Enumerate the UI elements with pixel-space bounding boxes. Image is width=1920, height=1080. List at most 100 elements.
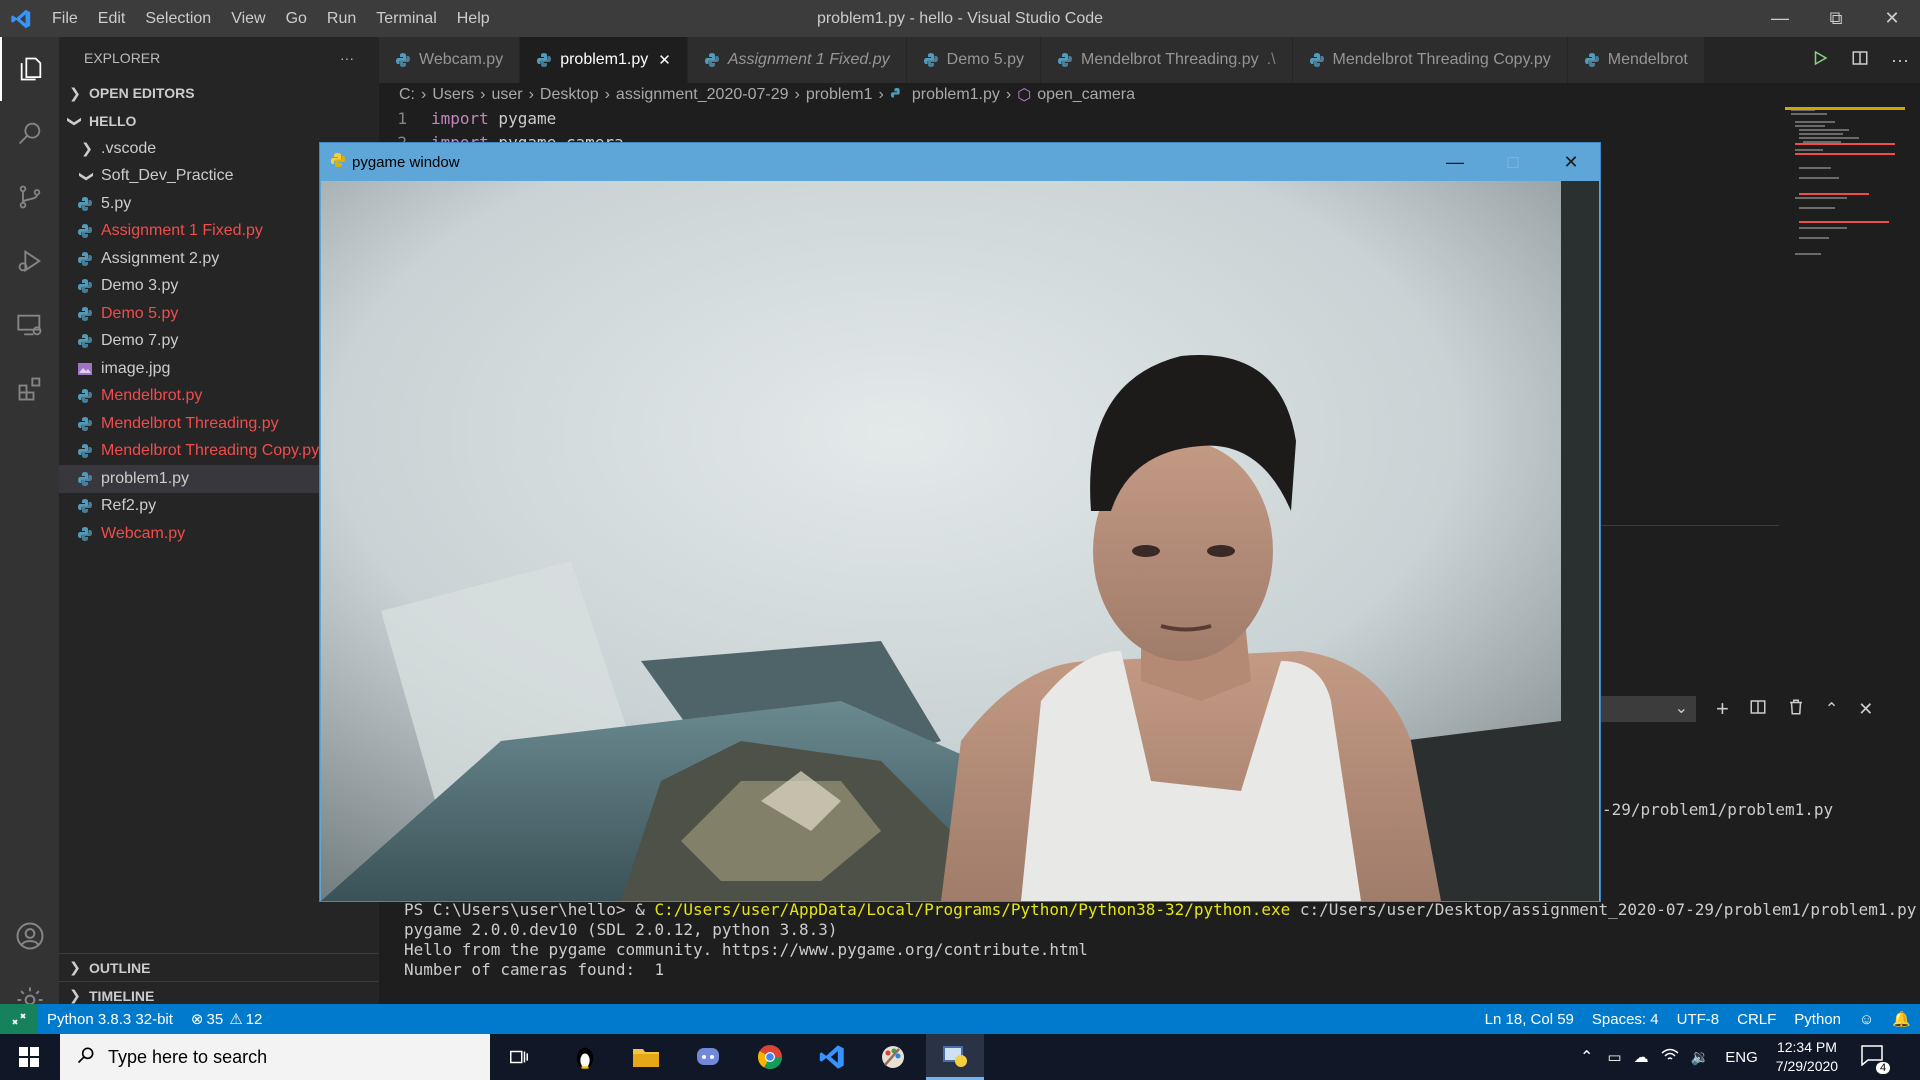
source-control-icon[interactable] — [0, 165, 59, 229]
cursor-position[interactable]: Ln 18, Col 59 — [1476, 1011, 1583, 1028]
menu-run[interactable]: Run — [317, 10, 366, 28]
minimize-button[interactable]: — — [1752, 0, 1808, 37]
onedrive-cloud-icon[interactable]: ☁ — [1634, 1048, 1649, 1066]
error-count: 35 — [206, 1010, 224, 1028]
breadcrumb-item[interactable]: problem1 — [806, 86, 873, 104]
close-panel-icon[interactable]: ✕ — [1858, 699, 1873, 720]
pygame-window[interactable]: pygame window — □ ✕ — [319, 142, 1601, 902]
open-editors-label: OPEN EDITORS — [89, 85, 195, 101]
wifi-icon[interactable] — [1661, 1047, 1679, 1067]
more-actions-icon[interactable]: ··· — [340, 50, 354, 66]
minimap[interactable] — [1785, 107, 1905, 307]
pygame-window-title: pygame window — [352, 153, 460, 171]
terminal-exe-path: C:/Users/user/AppData/Local/Programs/Pyt… — [654, 900, 1291, 919]
menu-view[interactable]: View — [221, 10, 275, 28]
battery-icon[interactable]: ▭ — [1607, 1048, 1621, 1066]
split-editor-icon[interactable] — [1851, 49, 1869, 72]
problems-indicator[interactable]: ⊗ 35 ⚠ 12 — [182, 1010, 271, 1029]
menu-help[interactable]: Help — [447, 10, 500, 28]
paint-app-icon[interactable] — [864, 1034, 922, 1080]
editor-tab[interactable]: problem1.py ✕ — [520, 37, 688, 83]
menu-terminal[interactable]: Terminal — [366, 10, 446, 28]
remote-indicator-icon[interactable] — [0, 1004, 38, 1034]
clock[interactable]: 12:34 PM 7/29/2020 — [1776, 1038, 1838, 1076]
menu-go[interactable]: Go — [276, 10, 317, 28]
accounts-icon[interactable] — [0, 904, 59, 968]
editor-tab[interactable]: Mendelbrot Threading Copy.py — [1292, 37, 1568, 83]
editor-tab[interactable]: Mendelbrot — [1567, 37, 1705, 83]
volume-icon[interactable]: 🔉 — [1691, 1048, 1710, 1066]
menu-edit[interactable]: Edit — [88, 10, 136, 28]
new-terminal-icon[interactable]: + — [1716, 696, 1729, 722]
editor-tab[interactable]: Mendelbrot Threading.py .\ — [1041, 37, 1293, 83]
notification-center-icon[interactable]: 4 — [1860, 1044, 1891, 1074]
chevron-right-icon: ❯ — [69, 959, 81, 975]
windows-start-icon[interactable] — [0, 1034, 58, 1080]
python-file-icon — [77, 223, 93, 239]
chrome-icon[interactable] — [741, 1034, 799, 1080]
breadcrumb-item[interactable]: problem1.py — [912, 86, 1000, 104]
explorer-icon[interactable] — [0, 37, 59, 101]
editor-tab[interactable]: Assignment 1 Fixed.py — [687, 37, 907, 83]
outline-label: OUTLINE — [89, 959, 151, 976]
python-interpreter[interactable]: Python 3.8.3 32-bit — [38, 1011, 182, 1028]
outline-section[interactable]: ❯ OUTLINE — [59, 953, 379, 981]
task-view-icon[interactable] — [490, 1034, 548, 1080]
folder-section[interactable]: ❯ HELLO — [59, 107, 379, 135]
menu-selection[interactable]: Selection — [135, 10, 221, 28]
run-debug-icon[interactable] — [0, 229, 59, 293]
chevron-up-icon[interactable]: ⌃ — [1580, 1047, 1593, 1067]
pygame-close-button[interactable]: ✕ — [1542, 143, 1600, 181]
chevron-down-icon: ⌄ — [1674, 700, 1688, 717]
open-editors-section[interactable]: ❯ OPEN EDITORS — [59, 79, 379, 107]
chevron-down-icon: ❯ — [67, 115, 84, 127]
line-ending[interactable]: CRLF — [1728, 1011, 1785, 1028]
split-terminal-icon[interactable] — [1749, 698, 1767, 721]
image-file-icon — [77, 361, 93, 377]
language-indicator[interactable]: ENG — [1725, 1049, 1758, 1066]
app-penguin-icon[interactable] — [556, 1034, 614, 1080]
close-window-button[interactable]: ✕ — [1864, 0, 1920, 37]
taskbar-search-box[interactable]: Type here to search — [60, 1034, 490, 1080]
breadcrumb-item[interactable]: open_camera — [1037, 86, 1135, 104]
editor-tab[interactable]: Webcam.py — [379, 37, 521, 83]
vscode-taskbar-icon[interactable] — [803, 1034, 861, 1080]
file-explorer-icon[interactable] — [617, 1034, 675, 1080]
maximize-panel-icon[interactable]: ⌃ — [1825, 699, 1838, 719]
discord-icon[interactable] — [679, 1034, 737, 1080]
breadcrumb-separator-icon: › — [528, 86, 534, 103]
feedback-icon[interactable]: ☺ — [1850, 1011, 1883, 1028]
breadcrumb-item[interactable]: Users — [432, 86, 474, 104]
pygame-taskbar-icon[interactable] — [926, 1034, 984, 1080]
chevron-right-icon: ❯ — [81, 140, 93, 157]
trash-icon[interactable] — [1787, 698, 1805, 721]
file-tree-label: Assignment 2.py — [101, 249, 220, 267]
pygame-minimize-button[interactable]: — — [1426, 143, 1484, 181]
breadcrumb-item[interactable]: user — [491, 86, 522, 104]
indentation[interactable]: Spaces: 4 — [1583, 1011, 1668, 1028]
pygame-maximize-button[interactable]: □ — [1484, 143, 1542, 181]
remote-explorer-icon[interactable] — [0, 293, 59, 357]
bell-icon[interactable]: 🔔 — [1883, 1010, 1920, 1028]
extensions-icon[interactable] — [0, 357, 59, 421]
timeline-label: TIMELINE — [89, 987, 155, 1004]
terminal-select-dropdown[interactable]: ⌄ — [1600, 696, 1696, 722]
chevron-right-icon: ❯ — [69, 84, 81, 101]
restore-button[interactable]: ⧉ — [1808, 0, 1864, 37]
breadcrumb-item[interactable]: Desktop — [540, 86, 599, 104]
tab-label: Webcam.py — [419, 51, 504, 68]
file-tree-label: Demo 3.py — [101, 277, 179, 295]
search-icon[interactable] — [0, 101, 59, 165]
breadcrumb: C: › Users › user › Desktop › assignment_2020-07… — [379, 83, 1779, 107]
python-file-icon — [923, 52, 939, 68]
more-icon[interactable]: ··· — [1891, 50, 1909, 71]
close-tab-icon[interactable]: ✕ — [658, 51, 671, 69]
editor-tab[interactable]: Demo 5.py — [906, 37, 1042, 83]
menu-file[interactable]: File — [42, 10, 88, 28]
encoding[interactable]: UTF-8 — [1668, 1011, 1729, 1028]
status-bar: Python 3.8.3 32-bit ⊗ 35 ⚠ 12 Ln 18, Col 5… — [0, 1004, 1920, 1034]
breadcrumb-item[interactable]: assignment_2020-07-29 — [616, 86, 789, 104]
language-mode[interactable]: Python — [1785, 1011, 1850, 1028]
breadcrumb-item[interactable]: C: — [399, 86, 415, 104]
run-icon[interactable] — [1811, 49, 1829, 72]
